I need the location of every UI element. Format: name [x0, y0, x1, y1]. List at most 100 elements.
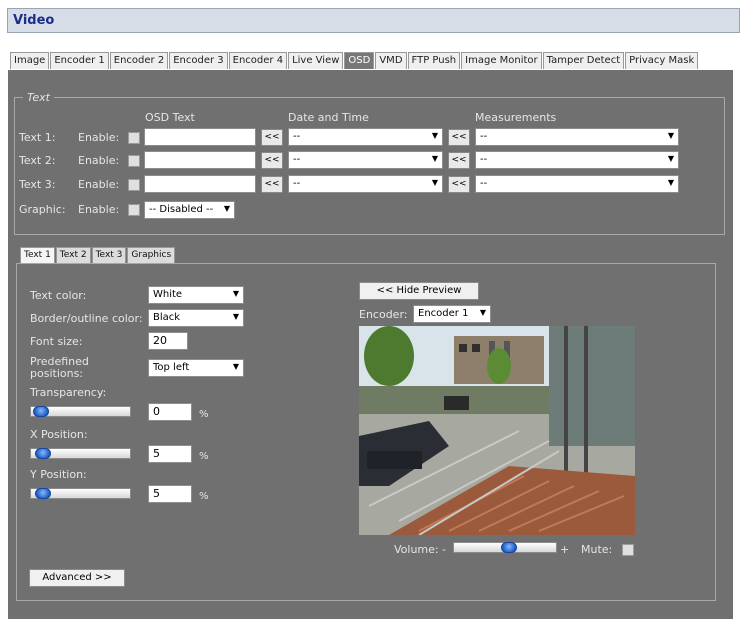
text2-measurement-value: --: [480, 154, 488, 165]
tab-tamper-detect[interactable]: Tamper Detect: [542, 52, 625, 69]
measurements-header: Measurements: [475, 111, 557, 124]
encoder-label: Encoder:: [359, 308, 408, 321]
date-time-header: Date and Time: [288, 111, 369, 124]
border-color-label: Border/outline color:: [30, 312, 143, 325]
page-title: Video: [13, 13, 55, 28]
chevron-down-icon: ▼: [431, 154, 438, 163]
volume-label: Volume: -: [394, 543, 447, 556]
text2-insert-measurement-button[interactable]: <<: [448, 152, 470, 169]
y-position-input[interactable]: 5: [148, 485, 192, 503]
text3-measurement-value: --: [480, 178, 488, 189]
hide-preview-button[interactable]: << Hide Preview: [359, 282, 479, 300]
text3-insert-datetime-button[interactable]: <<: [261, 176, 283, 193]
volume-slider-handle[interactable]: [501, 542, 517, 553]
osd-text-header: OSD Text: [145, 111, 195, 124]
text1-insert-measurement-button[interactable]: <<: [448, 129, 470, 146]
text1-datetime-select[interactable]: -- ▼: [288, 128, 443, 146]
x-position-input[interactable]: 5: [148, 445, 192, 463]
transparency-input[interactable]: 0: [148, 403, 192, 421]
x-position-slider[interactable]: [30, 448, 131, 459]
text1-enable-checkbox[interactable]: [128, 132, 140, 144]
transparency-slider-handle[interactable]: [33, 406, 49, 417]
tab-vmd[interactable]: VMD: [375, 52, 407, 69]
text3-enable-checkbox[interactable]: [128, 179, 140, 191]
encoder-select-value: Encoder 1: [418, 308, 469, 319]
text2-enable-label: Enable:: [78, 154, 120, 167]
text-color-label: Text color:: [30, 289, 87, 302]
text3-enable-label: Enable:: [78, 178, 120, 191]
tab-encoder-3[interactable]: Encoder 3: [169, 52, 228, 69]
window-title-bar: Video: [7, 8, 740, 33]
text1-measurement-select[interactable]: -- ▼: [475, 128, 679, 146]
text-group-legend: Text: [23, 91, 54, 104]
tab-live-view[interactable]: Live View: [288, 52, 344, 69]
text3-datetime-value: --: [293, 178, 301, 189]
x-position-unit: %: [199, 451, 209, 462]
text-color-value: White: [153, 289, 183, 300]
text2-insert-datetime-button[interactable]: <<: [261, 152, 283, 169]
osd-panel: Text OSD Text Date and Time Measurements…: [8, 70, 733, 619]
y-position-unit: %: [199, 491, 209, 502]
tab-encoder-4[interactable]: Encoder 4: [228, 52, 288, 69]
chevron-down-icon: ▼: [223, 204, 230, 213]
text3-label: Text 3:: [19, 178, 56, 191]
y-position-slider[interactable]: [30, 488, 131, 499]
tab-privacy-mask[interactable]: Privacy Mask: [625, 52, 699, 69]
chevron-down-icon: ▼: [232, 312, 239, 321]
text2-enable-checkbox[interactable]: [128, 155, 140, 167]
border-color-select[interactable]: Black ▼: [148, 309, 244, 327]
text2-osd-input[interactable]: [144, 151, 256, 169]
tab-osd[interactable]: OSD: [344, 52, 375, 69]
chevron-down-icon: ▼: [232, 362, 239, 371]
graphic-select[interactable]: -- Disabled -- ▼: [144, 201, 235, 219]
graphic-label: Graphic:: [19, 203, 66, 216]
text2-datetime-value: --: [293, 154, 301, 165]
text1-enable-label: Enable:: [78, 131, 120, 144]
y-position-slider-handle[interactable]: [35, 488, 51, 499]
tab-ftp-push[interactable]: FTP Push: [407, 52, 461, 69]
advanced-button[interactable]: Advanced >>: [29, 569, 125, 587]
subtab-text-2[interactable]: Text 2: [55, 247, 91, 263]
text2-label: Text 2:: [19, 154, 56, 167]
predefined-label-line2: positions:: [30, 367, 84, 380]
text1-osd-input[interactable]: [144, 128, 256, 146]
chevron-down-icon: ▼: [667, 154, 674, 163]
transparency-slider[interactable]: [30, 406, 131, 417]
mute-checkbox[interactable]: [622, 544, 634, 556]
chevron-down-icon: ▼: [667, 131, 674, 140]
text3-insert-measurement-button[interactable]: <<: [448, 176, 470, 193]
volume-plus-label: +: [560, 543, 570, 556]
text1-insert-datetime-button[interactable]: <<: [261, 129, 283, 146]
text2-measurement-select[interactable]: -- ▼: [475, 151, 679, 169]
volume-slider[interactable]: [453, 542, 557, 553]
text3-datetime-select[interactable]: -- ▼: [288, 175, 443, 193]
graphic-enable-checkbox[interactable]: [128, 204, 140, 216]
main-tab-bar: Image Encoder 1 Encoder 2 Encoder 3 Encoder …: [10, 52, 699, 70]
subtab-graphics[interactable]: Graphics: [127, 247, 176, 263]
encoder-select[interactable]: Encoder 1 ▼: [413, 305, 491, 323]
text2-datetime-select[interactable]: -- ▼: [288, 151, 443, 169]
subtab-text-3[interactable]: Text 3: [91, 247, 127, 263]
graphic-select-value: -- Disabled --: [149, 204, 214, 215]
chevron-down-icon: ▼: [667, 178, 674, 187]
x-position-label: X Position:: [30, 428, 88, 441]
font-size-label: Font size:: [30, 335, 83, 348]
tab-image-monitor[interactable]: Image Monitor: [461, 52, 542, 69]
subtab-text-1[interactable]: Text 1: [20, 247, 55, 263]
predefined-position-select[interactable]: Top left ▼: [148, 359, 244, 377]
text3-measurement-select[interactable]: -- ▼: [475, 175, 679, 193]
chevron-down-icon: ▼: [479, 308, 486, 317]
text-color-select[interactable]: White ▼: [148, 286, 244, 304]
text1-measurement-value: --: [480, 131, 488, 142]
camera-preview-image: [359, 326, 635, 535]
font-size-input[interactable]: 20: [148, 332, 188, 350]
tab-encoder-1[interactable]: Encoder 1: [50, 52, 109, 69]
text1-label: Text 1:: [19, 131, 56, 144]
text3-osd-input[interactable]: [144, 175, 256, 193]
tab-encoder-2[interactable]: Encoder 2: [109, 52, 169, 69]
transparency-label: Transparency:: [30, 386, 107, 399]
tab-image[interactable]: Image: [10, 52, 50, 69]
chevron-down-icon: ▼: [232, 289, 239, 298]
graphic-enable-label: Enable:: [78, 203, 120, 216]
x-position-slider-handle[interactable]: [35, 448, 51, 459]
